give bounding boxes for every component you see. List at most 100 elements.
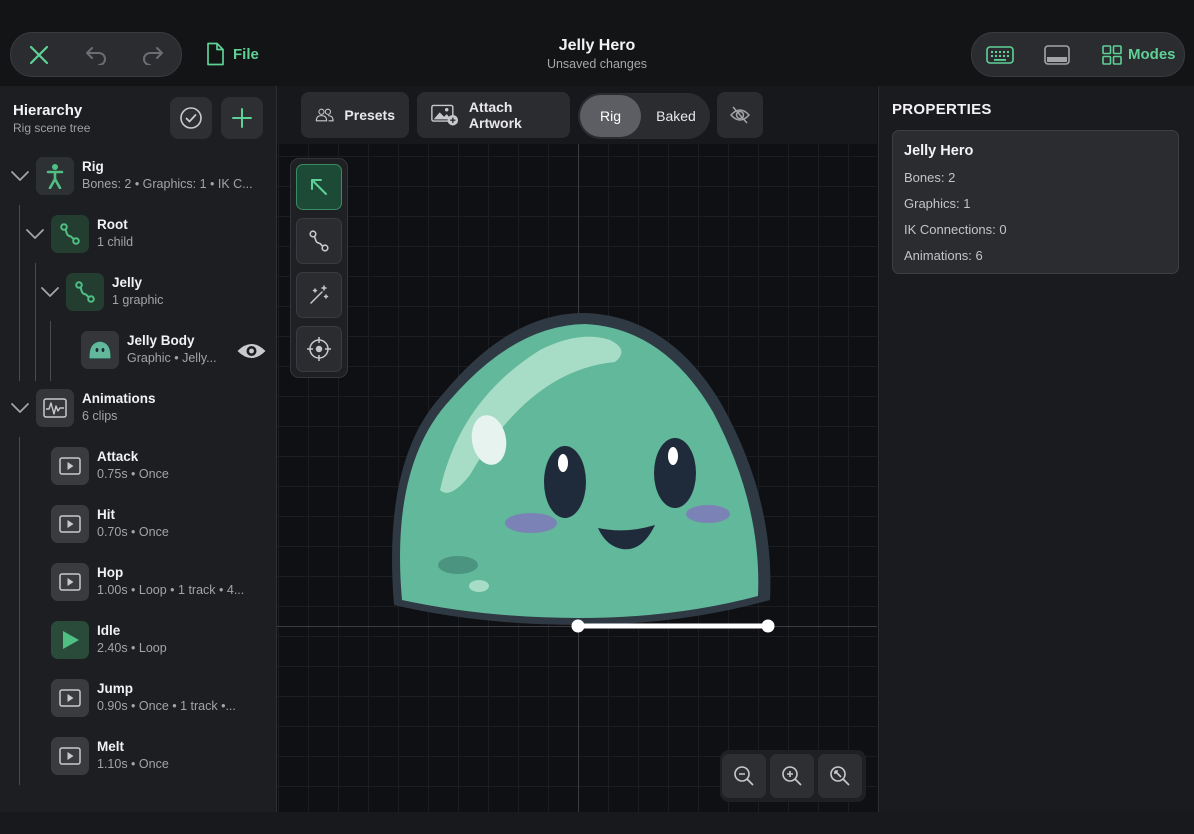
close-icon: [29, 45, 49, 64]
play-icon: [63, 631, 79, 649]
animation-clip-idle[interactable]: Idle 2.40s • Loop: [0, 613, 276, 669]
tree-node-jelly[interactable]: Jelly 1 graphic: [0, 265, 276, 321]
play-button[interactable]: [51, 679, 89, 717]
edit-actions-group: [10, 32, 182, 77]
clip-name: Jump: [97, 681, 134, 696]
zoom-fit-button[interactable]: [818, 754, 862, 798]
properties-name: Jelly Hero: [904, 143, 974, 159]
mode-rig-option[interactable]: Rig: [580, 95, 641, 137]
node-thumbnail: [51, 215, 89, 253]
tree-node-jelly-body[interactable]: Jelly Body Graphic • Jelly...: [0, 323, 276, 379]
chevron-down-icon[interactable]: [39, 281, 61, 303]
play-button[interactable]: [51, 737, 89, 775]
zoom-out-icon: [734, 766, 754, 786]
close-button[interactable]: [11, 33, 67, 76]
play-icon: [59, 689, 81, 707]
attach-artwork-label: Attach Artwork: [468, 99, 522, 131]
pivot-tool-button[interactable]: [296, 326, 342, 372]
node-thumbnail: [66, 273, 104, 311]
waveform-icon: [43, 398, 67, 418]
undo-icon: [86, 46, 106, 65]
property-bones: Bones: 2: [904, 170, 956, 185]
undo-button[interactable]: [68, 33, 124, 76]
properties-title: PROPERTIES: [892, 101, 992, 118]
document-title: Jelly Hero: [558, 37, 636, 54]
modes-label: Modes: [1128, 46, 1176, 63]
presets-label: Presets: [344, 107, 395, 123]
tree-node-root[interactable]: Root 1 child: [0, 207, 276, 263]
animation-clip-hop[interactable]: Hop 1.00s • Loop • 1 track • 4...: [0, 555, 276, 611]
presets-button[interactable]: Presets: [301, 92, 409, 138]
plus-icon: [232, 108, 252, 128]
crosshair-icon: [307, 337, 331, 361]
image-add-icon: [431, 104, 459, 126]
visibility-toggle-button[interactable]: [717, 92, 763, 138]
keyboard-button[interactable]: [972, 33, 1028, 76]
play-button[interactable]: [51, 563, 89, 601]
properties-card: Jelly Hero Bones: 2 Graphics: 1 IK Conne…: [892, 130, 1179, 274]
grid-icon: [1102, 44, 1122, 65]
animation-clip-attack[interactable]: Attack 0.75s • Once: [0, 439, 276, 495]
add-node-button[interactable]: [221, 97, 263, 139]
node-meta: 1 child: [97, 235, 134, 249]
document-status: Unsaved changes: [546, 57, 648, 71]
view-options-group: Modes: [971, 32, 1185, 77]
keyboard-icon: [986, 45, 1014, 64]
tree-node-rig[interactable]: Rig Bones: 2 • Graphics: 1 • IK C...: [0, 149, 276, 205]
magic-wand-icon: [310, 285, 329, 304]
clip-meta: 2.40s • Loop: [97, 641, 167, 655]
attach-artwork-button[interactable]: Attach Artwork: [417, 92, 570, 138]
play-button[interactable]: [51, 621, 89, 659]
confirm-button[interactable]: [170, 97, 212, 139]
bone-icon: [75, 281, 95, 303]
file-icon: [207, 42, 224, 66]
animation-clip-melt[interactable]: Melt 1.10s • Once: [0, 729, 276, 785]
magic-wand-tool-button[interactable]: [296, 272, 342, 318]
node-meta: Bones: 2 • Graphics: 1 • IK C...: [82, 177, 253, 191]
clip-meta: 1.00s • Loop • 1 track • 4...: [97, 583, 245, 597]
modes-button[interactable]: Modes: [1102, 33, 1176, 76]
animation-clip-jump[interactable]: Jump 0.90s • Once • 1 track •...: [0, 671, 276, 727]
zoom-in-icon: [782, 766, 802, 786]
bone-tool-icon: [309, 230, 329, 252]
zoom-in-button[interactable]: [770, 754, 814, 798]
animation-clip-hit[interactable]: Hit 0.70s • Once: [0, 497, 276, 553]
chevron-down-icon[interactable]: [9, 397, 31, 419]
select-tool-button[interactable]: [296, 164, 342, 210]
slime-thumbnail: [88, 340, 112, 360]
clip-name: Hop: [97, 565, 124, 580]
chevron-down-icon[interactable]: [9, 165, 31, 187]
tree-node-animations[interactable]: Animations 6 clips: [0, 381, 276, 437]
eye-icon[interactable]: [236, 341, 267, 361]
zoom-out-button[interactable]: [722, 754, 766, 798]
node-meta: 1 graphic: [112, 293, 164, 307]
clip-name: Idle: [97, 623, 121, 638]
bone-tool-button[interactable]: [296, 218, 342, 264]
node-name: Animations: [82, 391, 156, 406]
panel-toggle-button[interactable]: [1029, 33, 1085, 76]
bone-icon: [60, 223, 80, 245]
check-circle-icon: [180, 107, 202, 129]
bone-handle[interactable]: [568, 616, 778, 638]
play-icon: [59, 573, 81, 591]
play-icon: [59, 747, 81, 765]
play-button[interactable]: [51, 505, 89, 543]
redo-button[interactable]: [125, 33, 181, 76]
redo-icon: [143, 46, 163, 65]
mode-baked-option[interactable]: Baked: [644, 95, 708, 137]
clip-name: Melt: [97, 739, 124, 754]
node-name: Root: [97, 217, 128, 232]
jelly-character-artwork[interactable]: [380, 300, 780, 645]
node-meta: 6 clips: [82, 409, 118, 423]
clip-meta: 0.70s • Once: [97, 525, 169, 539]
clip-name: Hit: [97, 507, 115, 522]
bottom-strip: [0, 812, 1194, 834]
clip-name: Attack: [97, 449, 139, 464]
tool-palette: [290, 158, 348, 378]
play-button[interactable]: [51, 447, 89, 485]
file-menu-button[interactable]: File: [205, 41, 259, 67]
file-label: File: [233, 45, 259, 63]
node-name: Jelly Body: [127, 333, 195, 348]
node-thumbnail: [36, 389, 74, 427]
chevron-down-icon[interactable]: [24, 223, 46, 245]
